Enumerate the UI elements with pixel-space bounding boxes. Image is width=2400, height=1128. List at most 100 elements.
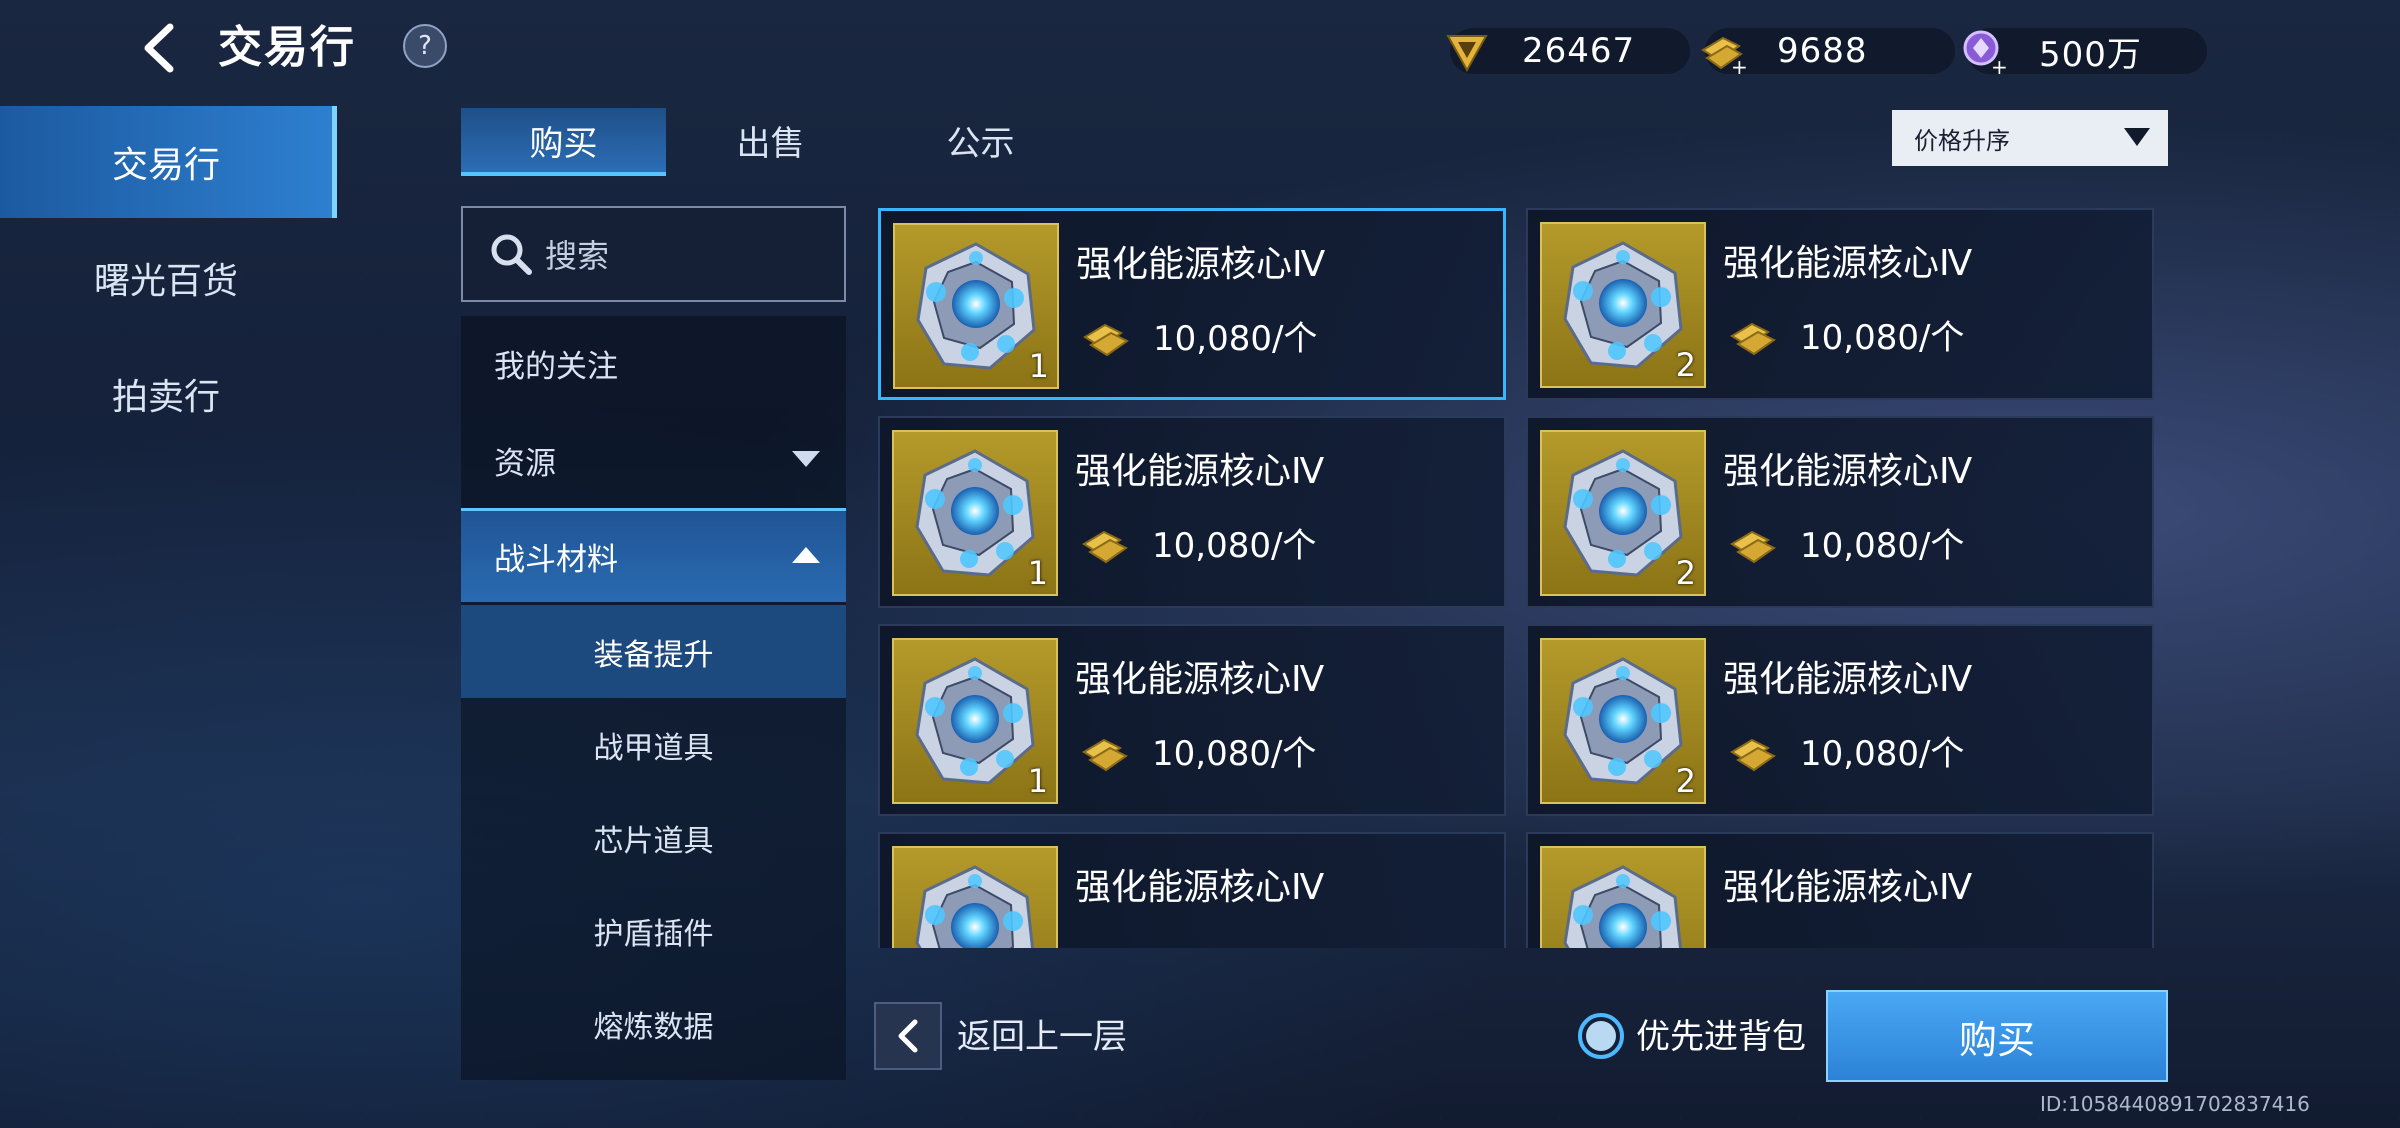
currency-value: 26467 <box>1522 31 1636 71</box>
purple-crystal-plus-icon[interactable]: + <box>1959 26 2009 76</box>
tab-public[interactable]: 公示 <box>878 108 1083 172</box>
energy-core-icon <box>1557 447 1689 579</box>
item-quantity: 2 <box>1675 346 1696 384</box>
category-combat-materials[interactable]: 战斗材料 <box>461 508 846 602</box>
player-uid: ID:1058440891702837416 <box>2040 1092 2310 1116</box>
nav-item-auction[interactable]: 拍卖行 <box>0 338 332 450</box>
item-thumbnail <box>1540 846 1706 948</box>
priority-bag-label[interactable]: 优先进背包 <box>1636 1010 1806 1064</box>
chevron-left-icon <box>144 23 174 73</box>
item-name: 强化能源核心Ⅳ <box>1076 244 1326 285</box>
gold-bar-icon <box>1080 730 1132 772</box>
sort-dropdown[interactable]: 价格升序 <box>1892 110 2168 166</box>
item-price: 10,080/个 <box>1081 311 1317 360</box>
category-label: 我的关注 <box>494 348 618 385</box>
gold-triangle-token-icon <box>1442 26 1492 76</box>
price-value: 10,080/个 <box>1800 734 1965 774</box>
search-icon <box>491 234 532 275</box>
tab-sell[interactable]: 出售 <box>668 108 873 172</box>
price-value: 10,080/个 <box>1152 734 1317 774</box>
item-quantity: 2 <box>1675 554 1696 592</box>
back-layer-button[interactable] <box>874 1002 942 1070</box>
item-thumbnail: 2 <box>1540 638 1706 804</box>
item-quantity: 1 <box>1027 762 1048 800</box>
search-placeholder: 搜索 <box>545 237 610 275</box>
listing-card[interactable]: 强化能源核心Ⅳ <box>1526 832 2154 948</box>
energy-core-icon <box>910 240 1042 372</box>
item-name: 强化能源核心Ⅳ <box>1723 867 1973 908</box>
svg-text:+: + <box>1991 55 2008 76</box>
item-name: 强化能源核心Ⅳ <box>1075 451 1325 492</box>
currency-crystal[interactable]: + 500万 <box>1963 28 2207 76</box>
energy-core-icon <box>909 863 1041 948</box>
help-button[interactable]: ? <box>403 24 447 68</box>
back-layer-label[interactable]: 返回上一层 <box>957 1010 1127 1064</box>
gold-bar-icon <box>1081 315 1133 357</box>
energy-core-icon <box>909 447 1041 579</box>
item-name: 强化能源核心Ⅳ <box>1075 659 1325 700</box>
gold-bar-icon <box>1728 522 1780 564</box>
search-input[interactable]: 搜索 <box>461 206 846 302</box>
currency-value: 500万 <box>2039 34 2142 75</box>
gold-bar-icon <box>1080 522 1132 564</box>
energy-core-icon <box>909 655 1041 787</box>
subcategory-smelting-data[interactable]: 熔炼数据 <box>461 977 846 1070</box>
energy-core-icon <box>1557 239 1689 371</box>
buy-button[interactable]: 购买 <box>1826 990 2168 1082</box>
item-price: 10,080/个 <box>1728 518 1964 567</box>
expand-down-icon <box>792 451 820 467</box>
currency-gold-bar[interactable]: + 9688 <box>1701 28 1955 76</box>
item-price: 10,080/个 <box>1080 518 1316 567</box>
item-quantity: 2 <box>1675 762 1696 800</box>
svg-text:+: + <box>1731 55 1747 76</box>
subcategory-shield-plugins[interactable]: 护盾插件 <box>461 884 846 977</box>
sort-selected-label: 价格升序 <box>1914 126 2010 155</box>
currency-value: 9688 <box>1777 31 1868 71</box>
category-label: 资源 <box>494 445 556 482</box>
chevron-left-icon <box>898 1019 918 1053</box>
tab-buy[interactable]: 购买 <box>461 108 666 176</box>
item-thumbnail: 1 <box>893 223 1059 389</box>
page-title: 交易行 <box>218 22 356 73</box>
listing-card[interactable]: 强化能源核心Ⅳ <box>878 832 1506 948</box>
listing-card[interactable]: 1 强化能源核心Ⅳ 10,080/个 <box>878 416 1506 608</box>
item-price: 10,080/个 <box>1728 310 1964 359</box>
item-thumbnail: 1 <box>892 638 1058 804</box>
category-label: 战斗材料 <box>494 542 618 578</box>
item-thumbnail <box>892 846 1058 948</box>
gold-bar-icon <box>1728 314 1780 356</box>
category-favorites[interactable]: 我的关注 <box>461 316 846 410</box>
dropdown-arrow-icon <box>2124 128 2150 146</box>
item-price: 10,080/个 <box>1080 726 1316 775</box>
item-name: 强化能源核心Ⅳ <box>1723 451 1973 492</box>
category-resources[interactable]: 资源 <box>461 413 846 507</box>
gold-bar-plus-icon[interactable]: + <box>1697 26 1747 76</box>
listing-grid: 1 强化能源核心Ⅳ 10,080/个 2 强化能源核心Ⅳ 10,080/个 1 … <box>878 208 2154 948</box>
subcategory-equipment-upgrade[interactable]: 装备提升 <box>461 605 846 698</box>
item-name: 强化能源核心Ⅳ <box>1723 659 1973 700</box>
back-button[interactable] <box>130 18 190 78</box>
item-thumbnail: 2 <box>1540 430 1706 596</box>
listing-card[interactable]: 2 强化能源核心Ⅳ 10,080/个 <box>1526 416 2154 608</box>
item-price: 10,080/个 <box>1728 726 1964 775</box>
item-name: 强化能源核心Ⅳ <box>1075 867 1325 908</box>
subcategory-armor-items[interactable]: 战甲道具 <box>461 698 846 791</box>
nav-item-trading-house[interactable]: 交易行 <box>0 106 337 218</box>
item-thumbnail: 2 <box>1540 222 1706 388</box>
energy-core-icon <box>1557 863 1689 948</box>
price-value: 10,080/个 <box>1153 319 1318 359</box>
listing-card[interactable]: 2 强化能源核心Ⅳ 10,080/个 <box>1526 208 2154 400</box>
gold-bar-icon <box>1728 730 1780 772</box>
price-value: 10,080/个 <box>1800 318 1965 358</box>
listing-card[interactable]: 2 强化能源核心Ⅳ 10,080/个 <box>1526 624 2154 816</box>
price-value: 10,080/个 <box>1152 526 1317 566</box>
energy-core-icon <box>1557 655 1689 787</box>
priority-bag-toggle[interactable] <box>1578 1013 1624 1059</box>
nav-item-dawn-store[interactable]: 曙光百货 <box>0 222 332 334</box>
listing-card[interactable]: 1 强化能源核心Ⅳ 10,080/个 <box>878 624 1506 816</box>
toggle-dot <box>1586 1021 1616 1051</box>
listing-card[interactable]: 1 强化能源核心Ⅳ 10,080/个 <box>878 208 1506 400</box>
subcategory-chip-items[interactable]: 芯片道具 <box>461 791 846 884</box>
currency-gold-token: 26467 <box>1446 28 1690 74</box>
collapse-up-icon <box>792 547 820 563</box>
